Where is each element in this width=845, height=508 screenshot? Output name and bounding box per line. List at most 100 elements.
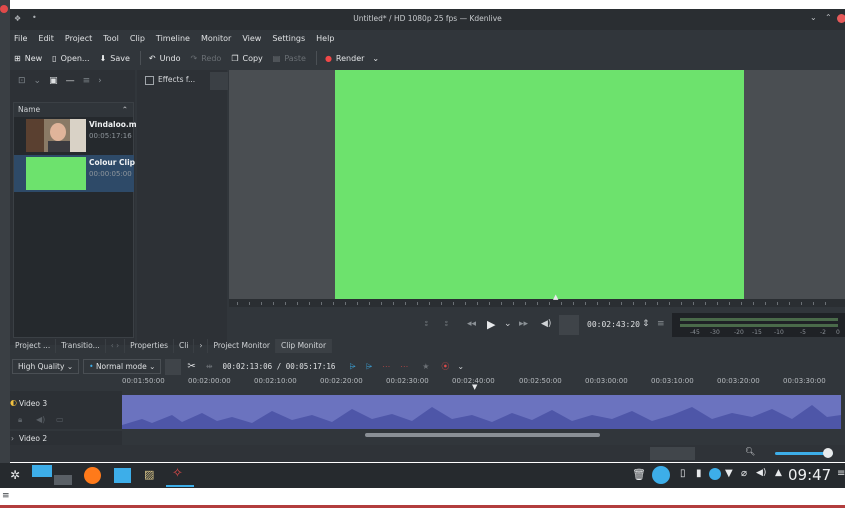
open-button[interactable]: ▯ Open... xyxy=(52,54,89,63)
list-item[interactable]: Vindaloo.m 00:05:17:16 xyxy=(14,117,137,154)
trash-icon[interactable]: 🗑︎ xyxy=(632,468,646,481)
monitor-ruler[interactable]: ▲ xyxy=(229,293,845,307)
window-close-icon[interactable] xyxy=(837,14,845,23)
new-button[interactable]: ⊞ New xyxy=(14,54,42,63)
effects-search-input[interactable] xyxy=(210,72,228,90)
active-task-underline xyxy=(166,485,194,487)
remove-icon[interactable]: — xyxy=(66,76,75,86)
sync-icon[interactable] xyxy=(709,468,721,480)
desktop-menu-icon[interactable]: ≡ xyxy=(2,491,10,501)
playhead-icon[interactable]: ▼ xyxy=(472,383,477,391)
set-out-icon[interactable]: ⦂ xyxy=(445,319,448,329)
lift-icon[interactable]: ⋯ xyxy=(382,362,390,371)
tab-transitions[interactable]: Transitio... xyxy=(56,339,106,353)
monitor-timecode[interactable]: 00:02:43:20 xyxy=(587,320,640,329)
render-button[interactable]: ● Render ⌄ xyxy=(325,54,379,63)
menu-icon[interactable]: ≡ xyxy=(657,319,665,329)
favorite-icon[interactable]: ★ xyxy=(422,362,429,371)
kdenlive-task-icon[interactable]: ✧ xyxy=(172,466,183,481)
level-tick-label: -15 xyxy=(752,329,762,336)
menu-help[interactable]: Help xyxy=(316,34,334,43)
network-manager-icon[interactable] xyxy=(652,466,670,484)
device-icon[interactable]: ▯ xyxy=(680,468,686,479)
menu-clip[interactable]: Clip xyxy=(130,34,145,43)
menu-settings[interactable]: Settings xyxy=(272,34,305,43)
clipboard-icon[interactable]: ⌀ xyxy=(741,468,747,479)
tray-expand-icon[interactable]: ▲ xyxy=(775,468,782,478)
select-tool-icon[interactable] xyxy=(165,358,182,375)
file-manager-icon[interactable] xyxy=(114,468,131,483)
play-icon[interactable]: ▶ xyxy=(487,318,495,331)
battery-icon[interactable]: ▮ xyxy=(696,468,702,479)
list-view-icon[interactable]: ≡ xyxy=(83,76,91,86)
tab-properties[interactable]: Properties xyxy=(125,339,175,353)
spin-icon[interactable]: ⇕ xyxy=(642,319,650,329)
lock-icon[interactable]: 🔒︎ xyxy=(18,415,22,425)
chevron-down-icon[interactable]: ⌄ xyxy=(34,76,42,86)
timeline-ruler[interactable]: 00:01:50:00 00:02:00:00 00:02:10:00 00:0… xyxy=(122,377,845,391)
menu-monitor[interactable]: Monitor xyxy=(201,34,231,43)
track-expand-icon[interactable]: › xyxy=(11,434,14,443)
overwrite-icon[interactable]: ⩥ xyxy=(366,362,372,372)
insert-icon[interactable]: ⩥ xyxy=(349,362,355,372)
menu-tool[interactable]: Tool xyxy=(103,34,119,43)
volume-icon[interactable]: ◀) xyxy=(541,319,551,329)
list-item[interactable]: Colour Clip 00:00:05:00 xyxy=(14,155,135,192)
firefox-icon[interactable] xyxy=(84,467,101,484)
maximize-icon[interactable]: ⌃ xyxy=(825,13,832,22)
tab-project-monitor[interactable]: Project Monitor xyxy=(208,339,277,353)
chevron-down-icon[interactable]: ⌄ xyxy=(504,319,512,329)
razor-icon[interactable]: ✂ xyxy=(187,361,195,372)
monitor-view[interactable] xyxy=(229,70,845,299)
app-launcher-icon[interactable]: ✲ xyxy=(10,468,20,482)
copy-button[interactable]: ❐ Copy xyxy=(231,54,262,63)
tab-clip[interactable]: Cli xyxy=(174,339,195,353)
wifi-icon[interactable]: ▼ xyxy=(725,468,733,479)
tab-project-bin[interactable]: Project ... xyxy=(10,339,57,353)
mute-icon[interactable]: ◀) xyxy=(36,415,45,424)
menu-view[interactable]: View xyxy=(242,34,261,43)
rewind-icon[interactable]: ◂◂ xyxy=(467,319,476,329)
playhead-marker-icon[interactable]: ▲ xyxy=(553,293,558,301)
timeline-scrollbar[interactable] xyxy=(365,433,600,437)
set-in-icon[interactable]: ⦂ xyxy=(425,319,428,329)
redo-button[interactable]: ↷ Redo xyxy=(191,54,222,63)
minimize-icon[interactable]: ⌄ xyxy=(810,13,817,22)
menu-timeline[interactable]: Timeline xyxy=(156,34,190,43)
add-clip-icon[interactable]: ⊡ xyxy=(18,76,26,86)
chevron-down-icon[interactable]: ⌄ xyxy=(457,362,464,371)
clock[interactable]: 09:47 xyxy=(788,466,831,484)
forward-icon[interactable]: ▸▸ xyxy=(519,319,528,329)
menu-icon[interactable]: ≡ xyxy=(837,468,845,479)
chevron-right-icon[interactable]: › xyxy=(98,76,102,86)
zoom-box[interactable] xyxy=(559,315,579,335)
menu-edit[interactable]: Edit xyxy=(38,34,54,43)
menu-project[interactable]: Project xyxy=(65,34,92,43)
desktop-pager-2[interactable] xyxy=(54,475,72,485)
desktop-pager-1[interactable] xyxy=(32,465,52,477)
extract-icon[interactable]: ⋯ xyxy=(400,362,408,371)
spacer-icon[interactable]: ⇹ xyxy=(206,362,213,371)
quality-dropdown[interactable]: High Quality ⌄ xyxy=(12,359,80,374)
mode-dropdown[interactable]: • Normal mode ⌄ xyxy=(83,359,162,374)
record-icon[interactable]: ⦿ xyxy=(441,361,449,372)
volume-icon[interactable]: ◀) xyxy=(756,468,766,478)
close-icon[interactable] xyxy=(0,5,8,13)
menu-file[interactable]: File xyxy=(14,34,27,43)
tab-clip-monitor[interactable]: Clip Monitor xyxy=(276,339,333,353)
tab-scroll-left-icon[interactable]: ‹ › xyxy=(106,339,126,353)
zoom-handle-icon[interactable] xyxy=(823,448,833,458)
zoom-out-icon[interactable]: 🔍︎ xyxy=(745,447,755,456)
audio-waveform-clip[interactable] xyxy=(122,395,841,429)
chevron-right-icon[interactable]: › xyxy=(194,339,209,353)
paste-button[interactable]: ▤ Paste xyxy=(273,54,306,63)
bin-column-header[interactable]: Name ⌃ xyxy=(14,103,133,117)
save-button[interactable]: ⬇ Save xyxy=(100,54,130,63)
image-viewer-icon[interactable]: ▨ xyxy=(144,468,154,481)
monitor-icon[interactable]: ▭ xyxy=(56,415,64,424)
zoom-tool-box[interactable] xyxy=(650,447,695,460)
track-toggle-icon[interactable]: ◐ xyxy=(10,398,17,407)
folder-icon[interactable]: ▣ xyxy=(49,76,58,86)
effects-filter-checkbox[interactable] xyxy=(145,76,154,85)
undo-button[interactable]: ↶ Undo xyxy=(149,54,181,63)
